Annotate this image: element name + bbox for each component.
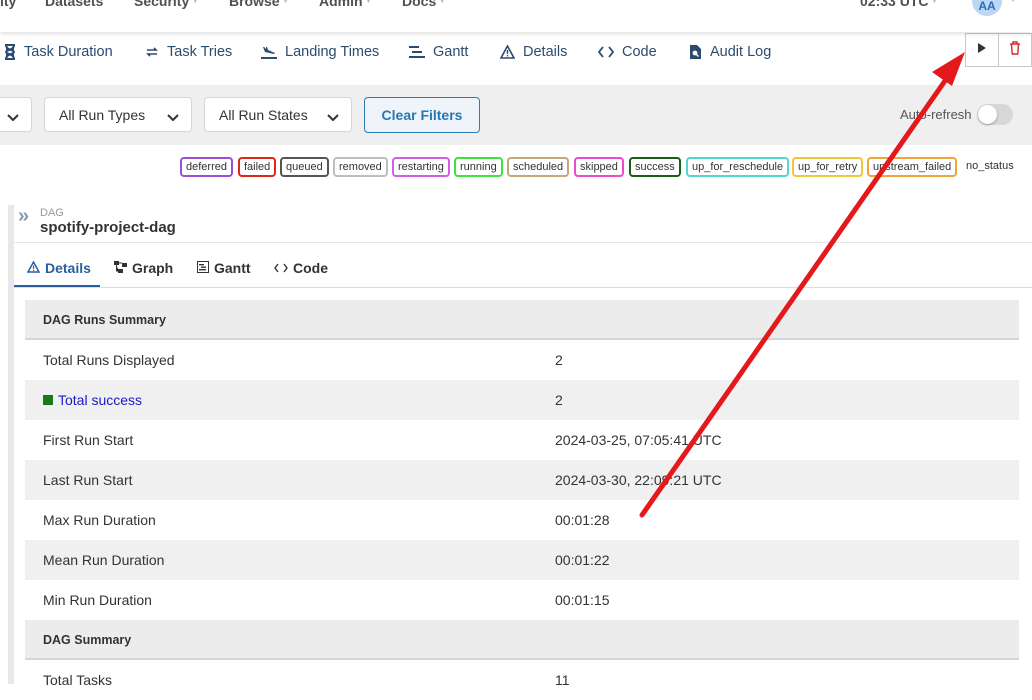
- caret-down-icon: ▼: [191, 0, 200, 5]
- chevron-down-icon: [7, 109, 19, 125]
- legend-success[interactable]: success: [629, 157, 681, 177]
- clock[interactable]: 02:33 UTC ▼: [860, 0, 938, 9]
- legend-deferred[interactable]: deferred: [180, 157, 233, 177]
- success-square-icon: [43, 395, 53, 405]
- dag-label: DAG: [40, 207, 64, 219]
- run-type-select[interactable]: All Run Types: [44, 97, 192, 132]
- tab-code[interactable]: Code: [598, 44, 657, 60]
- retry-icon: [145, 45, 159, 59]
- legend-no-status[interactable]: no_status: [966, 160, 1014, 172]
- nav-item-security[interactable]: Security ▼: [134, 0, 199, 9]
- legend-removed[interactable]: removed: [333, 157, 388, 177]
- legend-skipped[interactable]: skipped: [574, 157, 624, 177]
- nav-item-browse[interactable]: Browse ▼: [229, 0, 290, 9]
- trash-icon: [1009, 40, 1021, 60]
- file-search-icon: [689, 44, 702, 60]
- tab-details[interactable]: Details: [500, 44, 567, 60]
- caret-down-icon: ▼: [364, 0, 373, 5]
- details-tab-code[interactable]: Code: [274, 260, 328, 276]
- legend-queued[interactable]: queued: [280, 157, 329, 177]
- total-success-link[interactable]: Total success: [43, 392, 142, 408]
- details-tab-details[interactable]: Details: [26, 260, 91, 276]
- base-date-select[interactable]: [0, 97, 32, 132]
- table-row: Last Run Start 2024-03-30, 22:09:21 UTC: [25, 460, 1019, 500]
- caret-down-icon: ▼: [281, 0, 290, 5]
- legend-upstream-failed[interactable]: upstream_failed: [867, 157, 958, 177]
- delete-dag-button[interactable]: [998, 33, 1032, 67]
- table-row: Total success 2: [25, 380, 1019, 420]
- run-state-select[interactable]: All Run States: [204, 97, 352, 132]
- divider: [14, 242, 1032, 243]
- nav-item-activity[interactable]: ity: [0, 0, 16, 9]
- divider: [14, 287, 1032, 288]
- tab-task-tries[interactable]: Task Tries: [145, 44, 232, 60]
- details-tab-gantt[interactable]: Gantt: [197, 260, 251, 276]
- gantt-icon: [197, 260, 209, 276]
- auto-refresh-label: Auto-refresh: [900, 107, 972, 122]
- auto-refresh-toggle[interactable]: [977, 104, 1013, 125]
- tab-gantt[interactable]: Gantt: [409, 44, 468, 60]
- nav-item-admin[interactable]: Admin ▼: [319, 0, 372, 9]
- caret-down-icon: ▼: [438, 0, 447, 5]
- tab-landing-times[interactable]: Landing Times: [261, 44, 379, 60]
- table-row: Max Run Duration 00:01:28: [43, 512, 610, 528]
- grid-resize-handle[interactable]: [8, 205, 14, 684]
- section-header: DAG Runs Summary: [25, 300, 1019, 340]
- legend-scheduled[interactable]: scheduled: [507, 157, 570, 177]
- tab-audit-log[interactable]: Audit Log: [689, 44, 771, 60]
- legend-up-for-retry[interactable]: up_for_retry: [792, 157, 864, 177]
- nav-item-datasets[interactable]: Datasets: [45, 0, 103, 9]
- legend-running[interactable]: running: [454, 157, 503, 177]
- table-row: Total Runs Displayed 2: [43, 352, 563, 368]
- nav-item-docs[interactable]: Docs ▼: [402, 0, 446, 9]
- dag-title: spotify-project-dag: [40, 219, 176, 236]
- table-row: Mean Run Duration 00:01:22: [25, 540, 1019, 580]
- code-icon: [598, 46, 614, 58]
- table-row: Min Run Duration 00:01:15: [43, 592, 610, 608]
- trigger-dag-button[interactable]: [965, 33, 999, 67]
- hourglass-icon: [4, 44, 16, 60]
- toggle-knob: [978, 105, 997, 124]
- table-row: Total Tasks 11: [43, 672, 570, 688]
- play-icon: [977, 41, 987, 59]
- tab-task-duration[interactable]: Task Duration: [4, 44, 113, 60]
- table-row: First Run Start 2024-03-25, 07:05:41 UTC: [43, 432, 722, 448]
- legend-restarting[interactable]: restarting: [392, 157, 450, 177]
- legend-up-for-reschedule[interactable]: up_for_reschedule: [686, 157, 790, 177]
- avatar[interactable]: AA: [972, 0, 1002, 16]
- chevron-down-icon: [327, 109, 339, 125]
- top-navbar: ity Datasets Security ▼ Browse ▼ Admin ▼ Do…: [0, 0, 1032, 32]
- caret-down-icon: ▼: [1009, 0, 1017, 4]
- double-chevron-right-icon[interactable]: »: [18, 205, 29, 228]
- chevron-down-icon: [167, 109, 179, 125]
- caret-down-icon: ▼: [930, 0, 939, 5]
- legend-failed[interactable]: failed: [238, 157, 277, 177]
- gantt-icon: [409, 45, 425, 59]
- clear-filters-button[interactable]: Clear Filters: [364, 97, 480, 133]
- landing-plane-icon: [261, 45, 277, 59]
- details-tab-graph[interactable]: Graph: [114, 260, 173, 276]
- section-header: DAG Summary: [25, 620, 1019, 660]
- graph-icon: [114, 260, 127, 276]
- warning-triangle-icon: [26, 260, 41, 276]
- code-icon: [274, 260, 288, 276]
- warning-triangle-icon: [500, 45, 515, 59]
